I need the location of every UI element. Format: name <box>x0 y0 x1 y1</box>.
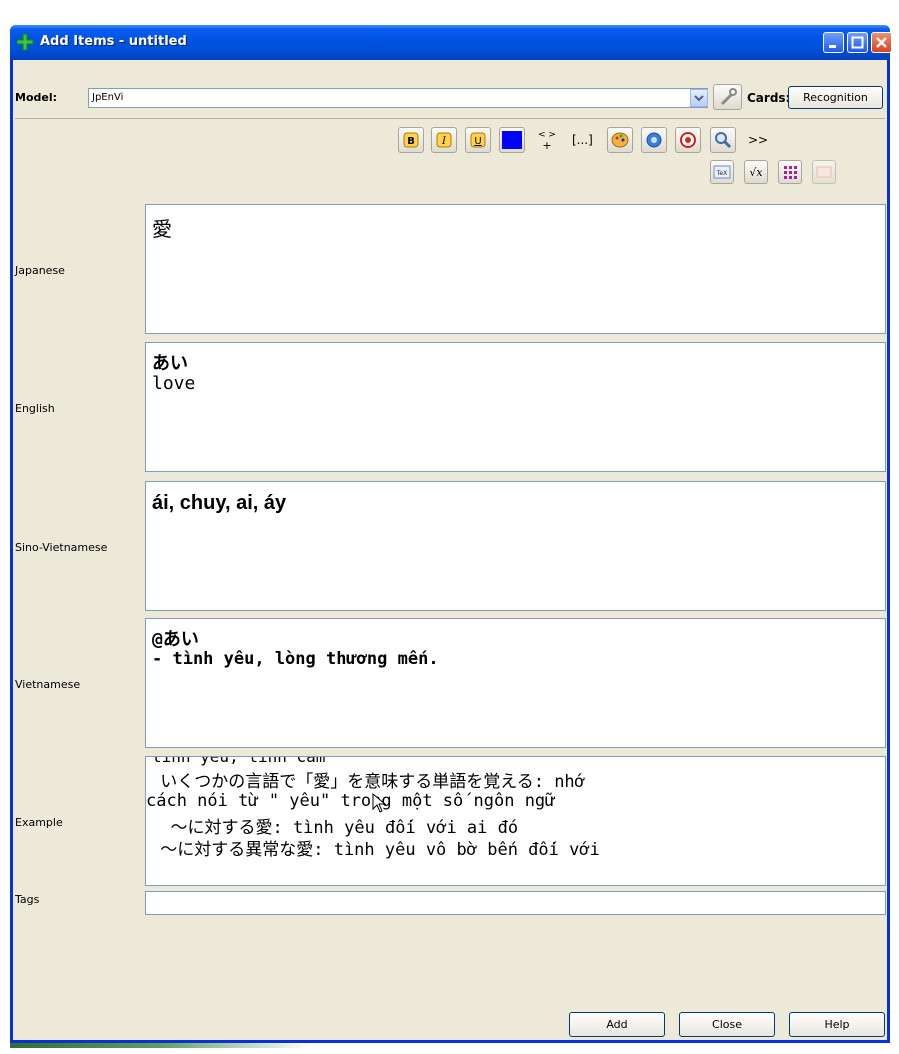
vietnamese-label: Vietnamese <box>15 678 81 691</box>
english-line: love <box>152 373 196 394</box>
minimize-button[interactable] <box>823 32 844 53</box>
close-button[interactable]: Close <box>679 1012 775 1037</box>
cloze-icon: [...] <box>572 133 593 147</box>
model-label: Model: <box>15 91 58 104</box>
latex-button[interactable]: TeX <box>710 160 734 184</box>
record-icon <box>680 132 696 148</box>
english-field[interactable]: あい love <box>145 342 886 472</box>
more-button[interactable]: >> <box>744 127 774 153</box>
model-value: JpEnVi <box>92 92 124 103</box>
example-label: Example <box>15 816 63 829</box>
bold-icon: B <box>407 136 415 147</box>
sino-vietnamese-label: Sino-Vietnamese <box>15 541 108 554</box>
html-editor-button[interactable]: < > + <box>534 127 560 153</box>
underline-button[interactable]: U <box>465 127 491 153</box>
vietnamese-field[interactable]: @あい - tình yêu, lòng thương mến. <box>145 618 886 748</box>
tags-input[interactable] <box>145 891 886 915</box>
color-swatch-icon <box>502 131 522 149</box>
search-icon <box>715 132 732 149</box>
add-button[interactable]: Add <box>569 1012 665 1037</box>
bold-button[interactable]: B <box>398 127 424 153</box>
underline-icon: U <box>474 136 481 147</box>
window-title: Add Items - untitled <box>40 34 187 49</box>
desktop-edge <box>10 1043 310 1048</box>
audio-icon <box>646 132 662 148</box>
example-line: いくつかの言語で「愛」を意味する単語を覚える: nhớ <box>150 772 585 792</box>
help-button[interactable]: Help <box>789 1012 885 1037</box>
palette-icon <box>611 132 629 148</box>
japanese-label: Japanese <box>15 264 65 277</box>
wrench-icon <box>720 88 737 106</box>
title-bar[interactable]: Add Items - untitled <box>10 25 892 60</box>
record-button[interactable] <box>675 127 701 153</box>
latex-icon: TeX <box>716 170 727 177</box>
matrix-button[interactable] <box>778 160 802 184</box>
example-field[interactable]: tình yêu, tình cảm いくつかの言語で「愛」を意味する単語を覚え… <box>145 756 886 886</box>
chevron-down-icon <box>694 95 704 102</box>
japanese-field[interactable]: 愛 <box>145 204 886 334</box>
html-tags-icon: < >+ <box>538 130 556 152</box>
math-equation-button[interactable]: √x <box>744 160 768 184</box>
search-button[interactable] <box>710 127 736 153</box>
separator <box>15 118 885 119</box>
add-plus-icon <box>16 33 34 51</box>
english-line: あい <box>152 353 188 374</box>
italic-button[interactable]: I <box>431 127 457 153</box>
english-label: English <box>15 402 55 415</box>
cards-label: Cards: <box>747 91 791 105</box>
example-line: tình yêu, tình cảm <box>152 756 326 766</box>
tags-label: Tags <box>15 893 40 906</box>
svg-text:+: + <box>542 139 551 152</box>
japanese-value: 愛 <box>152 217 172 241</box>
latex-disabled-button[interactable] <box>812 160 836 184</box>
example-line: ～に対する異常な愛: tình yêu vô bờ bến đối với <box>150 840 600 860</box>
grid-icon <box>784 166 797 179</box>
close-window-button[interactable] <box>871 32 892 53</box>
maximize-button[interactable] <box>847 32 868 53</box>
mouse-cursor-icon <box>372 793 386 813</box>
vietnamese-line: @あい <box>152 629 199 650</box>
sqrt-icon: √x <box>749 166 763 179</box>
sound-button[interactable] <box>641 127 667 153</box>
vietnamese-line: - tình yêu, lòng thương mến. <box>152 649 439 669</box>
example-line: cách nói từ " yêu" trong một số ngôn ngữ <box>146 791 556 811</box>
cloze-button[interactable]: [...] <box>570 127 600 153</box>
picture-button[interactable] <box>607 127 633 153</box>
edit-model-button[interactable] <box>713 84 742 110</box>
model-select[interactable]: JpEnVi <box>88 88 708 108</box>
model-dropdown-button[interactable] <box>690 89 708 107</box>
more-icon: >> <box>748 133 769 147</box>
cards-button[interactable]: Recognition <box>788 86 883 109</box>
sino-vietnamese-value: ái, chuy, ai, áy <box>152 492 287 514</box>
image-icon <box>816 166 832 178</box>
sino-vietnamese-field[interactable]: ái, chuy, ai, áy <box>145 481 886 611</box>
text-color-button[interactable] <box>499 127 525 153</box>
